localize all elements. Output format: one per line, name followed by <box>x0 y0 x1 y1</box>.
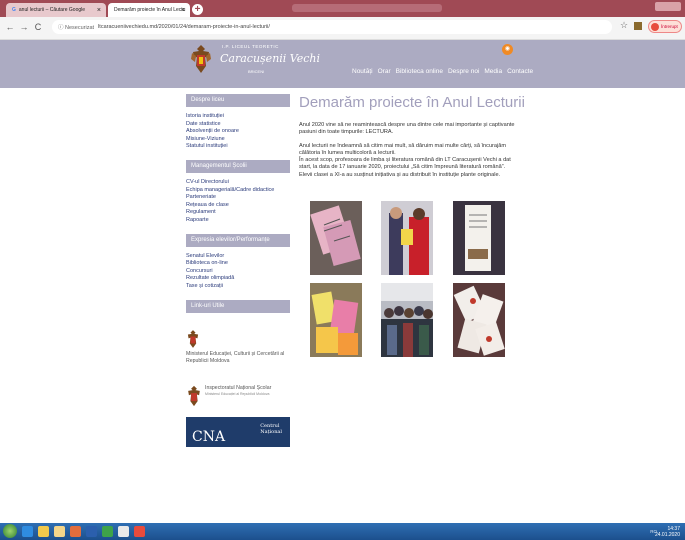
new-tab-button[interactable]: + <box>192 4 203 15</box>
gallery-photo[interactable] <box>310 283 362 357</box>
back-icon[interactable]: ← <box>4 21 16 33</box>
rss-icon[interactable]: ◉ <box>502 44 513 55</box>
start-icon[interactable] <box>3 524 17 538</box>
sidebar-link[interactable]: Parteneriate <box>186 194 290 202</box>
sidebar-link[interactable]: Echipa managerială/Cadre didactice <box>186 187 290 195</box>
sidebar-link[interactable]: Absolvenții de onoare <box>186 128 290 136</box>
sidebar: Despre liceu Istoria instituției Date st… <box>186 94 290 447</box>
nav-item-despre[interactable]: Despre noi <box>448 68 479 75</box>
profile-button[interactable]: Întrerupt <box>648 20 682 33</box>
nav-item-contacte[interactable]: Contacte <box>507 68 533 75</box>
url-field[interactable]: ⓘ Nesecurizat ltcaracueniivechiedu.md/20… <box>52 20 612 34</box>
avatar <box>651 22 659 31</box>
partner-label: Inspectoratul Național Școlar <box>205 384 272 391</box>
sidebar-heading: Expresia elevilor/Performanțe <box>186 233 290 247</box>
site-header <box>0 40 685 88</box>
close-tab-icon[interactable]: × <box>97 7 101 14</box>
sidebar-link[interactable]: Regulament <box>186 209 290 217</box>
ie-icon[interactable] <box>22 526 33 537</box>
cna-small: Centrul Național <box>260 422 282 435</box>
extension-icon[interactable] <box>634 22 642 30</box>
gallery-photo[interactable] <box>310 201 362 275</box>
opera-icon[interactable] <box>134 526 145 537</box>
site-logo-text[interactable]: Caracușenii Vechi <box>220 52 320 65</box>
nav-item-orar[interactable]: Orar <box>378 68 391 75</box>
partner-label: Ministerul Educației, Culturii și Cercet… <box>186 350 285 364</box>
gallery-photo[interactable] <box>381 283 433 357</box>
sidebar-link[interactable]: Rapoarte <box>186 217 290 225</box>
tab-google[interactable]: G anul lecturii – Căutare Google × <box>6 3 106 17</box>
app-icon[interactable] <box>102 526 113 537</box>
paragraph: Anul 2020 vine să ne reamintească despre… <box>299 122 515 136</box>
security-indicator[interactable]: ⓘ Nesecurizat <box>58 23 94 31</box>
sidebar-list: CV-ul Directorului Echipa managerială/Ca… <box>186 179 290 225</box>
crest-icon <box>187 329 199 348</box>
partner-link-ministry[interactable] <box>186 329 290 349</box>
sidebar-heading: Link-uri Utile <box>186 299 290 313</box>
tab-label: Demarăm proiecte în Anul Lectu <box>114 7 186 13</box>
sidebar-heading: Despre liceu <box>186 94 290 107</box>
sidebar-heading: Managementul Școlii <box>186 159 290 173</box>
chrome-icon[interactable] <box>118 526 129 537</box>
nav-item-media[interactable]: Media <box>484 68 502 75</box>
paragraph: În acest scop, profesoara de limba și li… <box>299 157 511 171</box>
sidebar-link[interactable]: CV-ul Directorului <box>186 179 290 187</box>
cna-banner[interactable]: CNA Centrul Național <box>186 416 290 447</box>
tab-strip-blur <box>292 4 442 12</box>
sidebar-list: Senatul Elevilor Biblioteca on-line Conc… <box>186 253 290 291</box>
address-bar-row: ← → C ⓘ Nesecurizat ltcaracueniivechiedu… <box>0 17 685 40</box>
gallery-photo[interactable] <box>453 201 505 275</box>
crest-icon <box>188 385 200 406</box>
sidebar-link[interactable]: Misiune-Viziune <box>186 136 290 144</box>
sidebar-link[interactable]: Istoria instituției <box>186 113 290 121</box>
url-text: ltcaracueniivechiedu.md/2020/01/24/demar… <box>98 24 270 30</box>
partner-link-inspectorate[interactable]: Inspectoratul Național Școlar Ministerul… <box>186 385 290 407</box>
partner-sub: Ministerul Educației al Republicii Moldo… <box>205 391 270 396</box>
clock-date: 24.01.2020 <box>654 532 680 538</box>
article-body: Anul 2020 vine să ne reamintească despre… <box>299 122 524 185</box>
tab-label: anul lecturii – Căutare Google <box>18 7 86 13</box>
close-tab-icon[interactable]: × <box>181 7 185 14</box>
word-icon[interactable] <box>86 526 97 537</box>
media-player-icon[interactable] <box>38 526 49 537</box>
nav-item-biblioteca[interactable]: Biblioteca online <box>396 68 443 75</box>
forward-icon[interactable]: → <box>18 21 30 33</box>
sidebar-link[interactable]: Statutul instituției <box>186 143 290 151</box>
nav-item-noutati[interactable]: Noutăți <box>352 68 373 75</box>
sidebar-link[interactable]: Biblioteca on-line <box>186 260 290 268</box>
sidebar-link[interactable]: Taxe și cotizații <box>186 283 290 291</box>
sidebar-link[interactable]: Senatul Elevilor <box>186 253 290 261</box>
reload-icon[interactable]: C <box>32 21 44 33</box>
clock[interactable]: 14:37 24.01.2020 <box>655 526 680 538</box>
sidebar-link[interactable]: Rețeaua de clase <box>186 202 290 210</box>
app-icon[interactable] <box>70 526 81 537</box>
main-nav: Noutăți Orar Biblioteca online Despre no… <box>352 68 533 75</box>
gallery-photo[interactable] <box>453 283 505 357</box>
profile-label: Întrerupt <box>661 24 678 29</box>
cna-text: CNA <box>192 428 226 445</box>
school-place: BRICENI <box>248 69 265 74</box>
paragraph: Elevii clasei a XI-a au susținut inițiat… <box>299 171 501 178</box>
school-prefix: I.P. LICEUL TEORETIC <box>222 44 279 49</box>
gallery-photo[interactable] <box>381 201 433 275</box>
partner-ministry-text[interactable]: Ministerul Educației, Culturii și Cercet… <box>186 351 290 365</box>
star-icon[interactable]: ☆ <box>620 20 628 31</box>
sidebar-list: Istoria instituției Date statistice Abso… <box>186 113 290 151</box>
sidebar-link[interactable]: Rezultate olimpiadă <box>186 275 290 283</box>
sidebar-link[interactable]: Date statistice <box>186 121 290 129</box>
tab-active[interactable]: Demarăm proiecte în Anul Lectu × <box>108 3 190 17</box>
folder-icon[interactable] <box>54 526 65 537</box>
google-icon: G <box>12 7 16 13</box>
paragraph: Anul lecturii ne îndeamnă să citim mai m… <box>299 142 507 156</box>
window-controls[interactable] <box>655 2 681 11</box>
sidebar-link[interactable]: Concursuri <box>186 268 290 276</box>
page-title: Demarăm proiecte în Anul Lecturii <box>299 94 525 111</box>
crest-icon <box>191 45 211 73</box>
